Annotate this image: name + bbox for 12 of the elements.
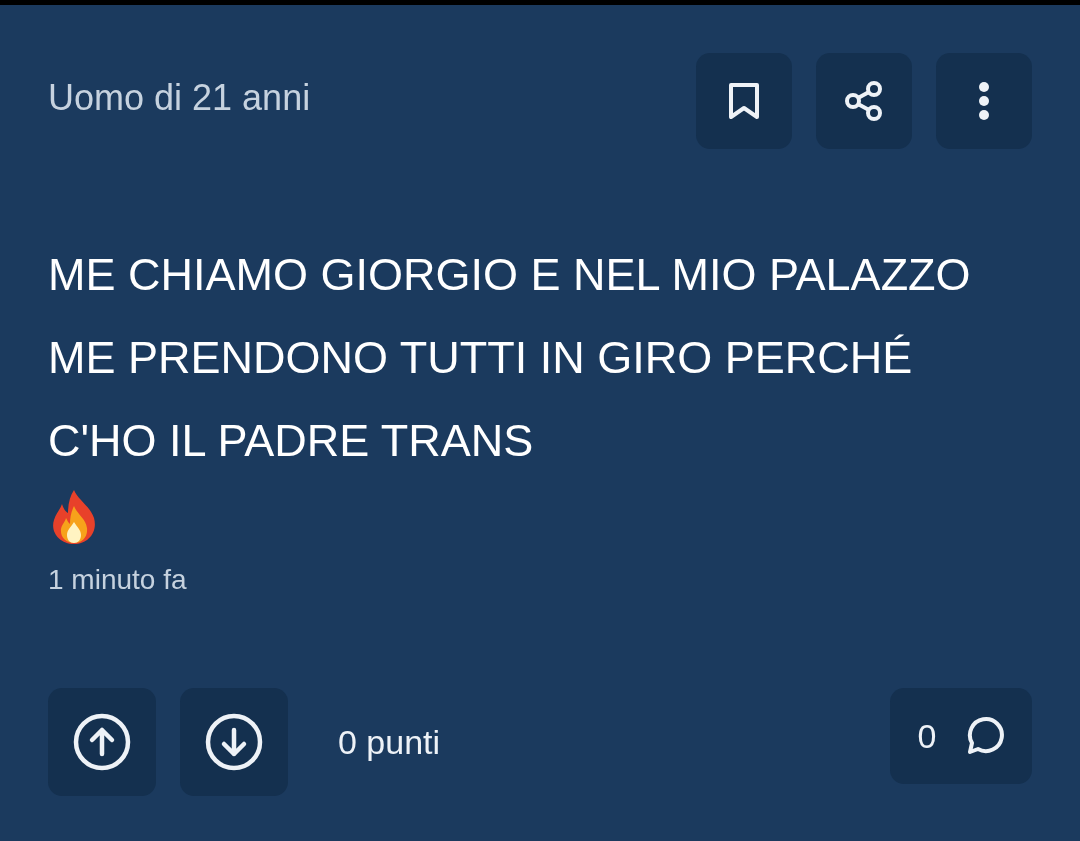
comments-button[interactable]: 0 [890, 688, 1032, 784]
downvote-button[interactable] [180, 688, 288, 796]
post-text: ME CHIAMO GIORGIO E NEL MIO PALAZZO ME PRENDONO TUTTI IN GIRO PERCHÉ C'HO IL PADRE TRANS [48, 248, 972, 468]
more-options-button[interactable] [936, 53, 1032, 149]
upvote-button[interactable] [48, 688, 156, 796]
author-label: Uomo di 21 anni [48, 77, 311, 119]
more-options-icon [978, 81, 990, 121]
share-button[interactable] [816, 53, 912, 149]
bookmark-button[interactable] [696, 53, 792, 149]
score-label: 0 punti [338, 722, 441, 762]
timestamp: 1 minuto fa [48, 564, 187, 596]
bookmark-icon [727, 81, 761, 121]
